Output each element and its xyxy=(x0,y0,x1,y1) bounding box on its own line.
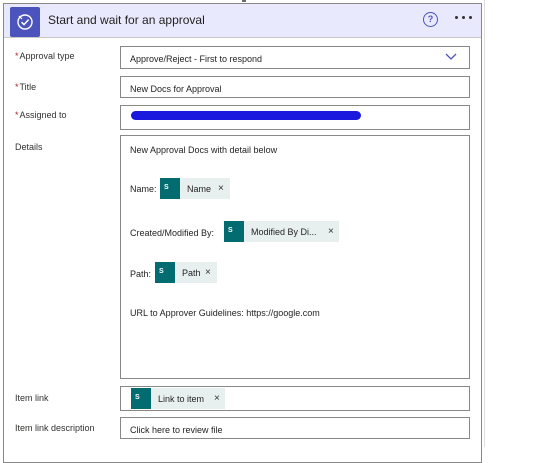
item-link-input[interactable]: S Link to item × xyxy=(120,386,470,411)
title-label-text: Title xyxy=(19,82,37,92)
close-icon[interactable]: × xyxy=(328,226,334,237)
action-header[interactable]: Start and wait for an approval ? xyxy=(4,4,481,38)
details-textarea[interactable]: New Approval Docs with detail below Name… xyxy=(120,135,470,379)
close-icon[interactable]: × xyxy=(214,393,220,404)
sharepoint-icon: S xyxy=(224,221,244,242)
approval-type-dropdown[interactable]: Approve/Reject - First to respond xyxy=(120,46,470,69)
panel-divider xyxy=(484,0,485,447)
item-link-label: Item link xyxy=(15,393,49,403)
assigned-to-label-text: Assigned to xyxy=(19,110,67,120)
details-line1: New Approval Docs with detail below xyxy=(130,145,278,155)
ellipsis-icon[interactable] xyxy=(455,13,473,19)
assigned-to-input[interactable] xyxy=(120,105,470,130)
title-input[interactable]: New Docs for Approval xyxy=(120,76,470,98)
name-token[interactable]: S Name × xyxy=(160,178,230,199)
sharepoint-icon: S xyxy=(131,388,151,409)
approval-icon xyxy=(10,7,40,37)
item-link-description-label: Item link description xyxy=(15,423,95,433)
path-token-label: Path xyxy=(182,268,201,278)
created-prefix: Created/Modified By: xyxy=(130,228,215,238)
sharepoint-icon: S xyxy=(160,178,180,199)
close-icon[interactable]: × xyxy=(218,183,224,194)
item-link-description-value: Click here to review file xyxy=(130,425,223,435)
close-icon[interactable]: × xyxy=(205,267,211,278)
approval-type-label-text: Approval type xyxy=(19,51,75,61)
url-line: URL to Approver Guidelines: https://goog… xyxy=(130,308,320,318)
created-token-label: Modified By Di... xyxy=(251,227,317,237)
name-prefix: Name: xyxy=(130,184,157,194)
required-marker: * xyxy=(15,82,19,92)
name-token-label: Name xyxy=(187,184,212,194)
assigned-to-label: *Assigned to xyxy=(15,110,67,120)
link-token-label: Link to item xyxy=(158,394,205,404)
path-prefix: Path: xyxy=(130,269,152,279)
link-to-item-token[interactable]: S Link to item × xyxy=(131,388,225,409)
approval-type-value: Approve/Reject - First to respond xyxy=(130,54,263,64)
redaction-scribble xyxy=(131,111,361,120)
action-card: Start and wait for an approval ? *Approv… xyxy=(3,3,482,463)
help-icon[interactable]: ? xyxy=(423,12,438,27)
action-title[interactable]: Start and wait for an approval xyxy=(48,13,205,27)
title-value: New Docs for Approval xyxy=(130,84,222,94)
sharepoint-icon: S xyxy=(155,262,175,283)
title-label: *Title xyxy=(15,82,36,92)
required-marker: * xyxy=(15,51,19,61)
details-label: Details xyxy=(15,142,43,152)
created-modified-token[interactable]: S Modified By Di... × xyxy=(224,221,339,242)
item-link-description-input[interactable]: Click here to review file xyxy=(120,417,470,439)
path-token[interactable]: S Path × xyxy=(155,262,217,283)
chevron-down-icon[interactable] xyxy=(445,53,457,61)
approval-type-label: *Approval type xyxy=(15,51,75,61)
connector-stub xyxy=(242,0,246,2)
required-marker: * xyxy=(15,110,19,120)
